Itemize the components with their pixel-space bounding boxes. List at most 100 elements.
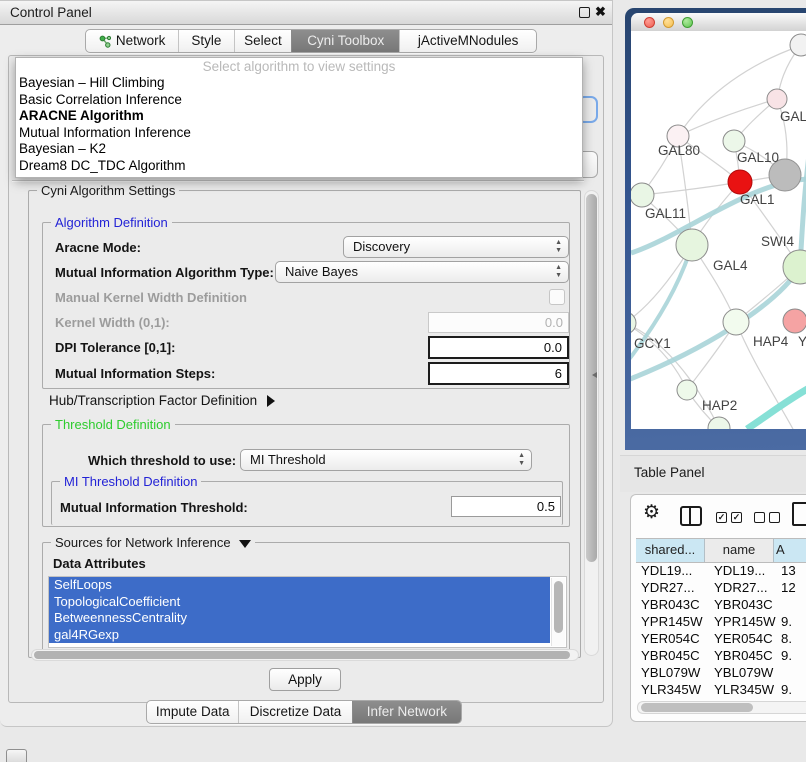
aracne-mode-select[interactable]: Discovery ▲▼ — [343, 236, 569, 258]
dpi-tolerance-input[interactable]: 0.0 — [428, 336, 569, 359]
algorithm-definition-group: Algorithm Definition Aracne Mode: Discov… — [42, 222, 570, 389]
algorithm-definition-title: Algorithm Definition — [51, 215, 172, 230]
cell: YBR045C — [636, 647, 709, 664]
expander-expanded-icon — [239, 540, 251, 548]
list-scrollbar[interactable] — [551, 578, 565, 646]
node-salmon[interactable] — [783, 309, 806, 333]
data-attributes-label: Data Attributes — [53, 556, 146, 571]
node-partial-bottom[interactable] — [708, 417, 730, 429]
node-hap4[interactable] — [723, 309, 749, 335]
table-row[interactable]: YDR27... YDR27... 12 — [636, 579, 806, 596]
cell: 12 — [778, 579, 806, 596]
tab-select[interactable]: Select — [234, 30, 292, 52]
zoom-traffic-light[interactable] — [682, 17, 693, 28]
settings-horizontal-scrollbar-thumb[interactable] — [34, 651, 570, 659]
tab-jactivemnodules-label: jActiveMNodules — [418, 30, 519, 52]
mi-steps-input[interactable]: 6 — [428, 362, 569, 385]
cyni-algorithm-settings-group: Cyni Algorithm Settings Algorithm Defini… — [28, 190, 581, 658]
mi-steps-label: Mutual Information Steps: — [55, 366, 215, 381]
tab-jactivemnodules[interactable]: jActiveMNodules — [399, 30, 536, 52]
data-attributes-list[interactable]: SelfLoops TopologicalCoefficient Between… — [48, 576, 567, 648]
checked-checkbox-icon[interactable]: ✓ — [716, 512, 727, 523]
unchecked-checkbox-icon[interactable] — [769, 512, 780, 523]
table-row[interactable]: YBR043C YBR043C — [636, 596, 806, 613]
table-row[interactable]: YER054C YER054C 8. — [636, 630, 806, 647]
tab-select-label: Select — [244, 30, 282, 52]
node-gal10[interactable] — [723, 130, 745, 152]
gear-icon[interactable]: ⚙ — [643, 501, 660, 524]
checked-checkbox-icon[interactable]: ✓ — [731, 512, 742, 523]
collapsed-panel-tab[interactable] — [6, 749, 27, 762]
menu-item[interactable]: Mutual Information Inference — [16, 125, 582, 142]
node-label: GAL — [780, 109, 806, 124]
cyni-bottom-tabs: Impute Data Discretize Data Infer Networ… — [146, 700, 462, 724]
cell: 9. — [778, 647, 806, 664]
table-row[interactable]: YPR145W YPR145W 9. — [636, 613, 806, 630]
tab-discretize-data-label: Discretize Data — [250, 701, 342, 723]
table-row[interactable]: YLR345W YLR345W 9. — [636, 681, 806, 698]
tab-infer-network[interactable]: Infer Network — [352, 701, 461, 723]
table-row[interactable]: YDL19... YDL19... 13 — [636, 562, 806, 579]
table-horizontal-scrollbar-thumb[interactable] — [641, 703, 753, 712]
tab-cyni-toolbox[interactable]: Cyni Toolbox — [291, 30, 399, 52]
list-item[interactable]: BetweennessCentrality — [49, 610, 550, 627]
node-gal1-red[interactable] — [728, 170, 752, 194]
spinner-arrows-icon: ▲▼ — [555, 264, 562, 280]
node-label: SWI4 — [761, 234, 794, 249]
list-item[interactable]: SelfLoops — [49, 577, 550, 594]
mi-algorithm-type-select[interactable]: Naive Bayes ▲▼ — [275, 261, 569, 283]
sources-group-title[interactable]: Sources for Network Inference — [51, 535, 255, 550]
column-header-shared-name[interactable]: shared... — [636, 539, 705, 562]
node-unlabeled[interactable] — [790, 34, 806, 56]
float-window-icon[interactable] — [579, 7, 590, 18]
close-icon[interactable]: ✖ — [595, 4, 606, 20]
settings-vertical-scrollbar[interactable] — [584, 190, 599, 656]
network-view-window[interactable]: GAL GAL80 GAL10 GAL1 GAL11 SWI4 GAL4 HAP… — [625, 8, 806, 450]
columns-icon[interactable] — [680, 506, 702, 526]
minimize-traffic-light[interactable] — [663, 17, 674, 28]
dpi-tolerance-label: DPI Tolerance [0,1]: — [55, 340, 175, 355]
menu-item[interactable]: Basic Correlation Inference — [16, 92, 582, 109]
menu-item[interactable]: Bayesian – Hill Climbing — [16, 75, 582, 92]
cell: 13 — [778, 562, 806, 579]
hub-factor-expander[interactable]: Hub/Transcription Factor Definition — [49, 393, 275, 408]
cell: YLR345W — [709, 681, 778, 698]
apply-button[interactable]: Apply — [269, 668, 341, 691]
kernel-width-input[interactable]: 0.0 — [428, 312, 569, 333]
network-window-titlebar[interactable] — [631, 13, 806, 32]
menu-item[interactable]: Dream8 DC_TDC Algorithm — [16, 158, 582, 175]
node-gal11[interactable] — [631, 183, 654, 207]
table-panel-title: Table Panel — [634, 456, 705, 490]
tab-discretize-data[interactable]: Discretize Data — [238, 701, 351, 723]
menu-item-highlighted[interactable]: ARACNE Algorithm — [16, 108, 582, 125]
table-horizontal-scrollbar[interactable] — [637, 701, 806, 714]
menu-item[interactable]: Bayesian – K2 — [16, 141, 582, 158]
table-row[interactable]: YBR045C YBR045C 9. — [636, 647, 806, 664]
column-header-name[interactable]: name — [705, 539, 774, 562]
column-header-partial[interactable]: A — [774, 539, 806, 562]
network-canvas[interactable]: GAL GAL80 GAL10 GAL1 GAL11 SWI4 GAL4 HAP… — [631, 31, 806, 429]
settings-horizontal-scrollbar[interactable] — [31, 649, 579, 661]
tab-impute-data[interactable]: Impute Data — [147, 701, 238, 723]
tab-network[interactable]: Network — [86, 30, 178, 52]
list-scrollbar-thumb[interactable] — [554, 581, 563, 633]
node-gal4[interactable] — [676, 229, 708, 261]
cell — [778, 664, 806, 681]
unchecked-checkbox-icon[interactable] — [754, 512, 765, 523]
list-item[interactable]: TopologicalCoefficient — [49, 594, 550, 611]
settings-vertical-scrollbar-thumb[interactable] — [586, 194, 597, 562]
cell: YBL079W — [709, 664, 778, 681]
table-row[interactable]: YBL079W YBL079W — [636, 664, 806, 681]
list-item[interactable]: gal4RGexp — [49, 627, 550, 644]
mi-threshold-input[interactable]: 0.5 — [451, 496, 561, 517]
close-traffic-light[interactable] — [644, 17, 655, 28]
import-table-icon[interactable] — [792, 502, 806, 526]
cell: YPR145W — [636, 613, 709, 630]
node-gal-pink[interactable] — [767, 89, 787, 109]
manual-kernel-checkbox[interactable] — [549, 289, 565, 305]
aracne-mode-value: Discovery — [353, 237, 410, 257]
splitter-arrow-icon[interactable] — [592, 372, 597, 378]
tab-style[interactable]: Style — [178, 30, 234, 52]
which-threshold-select[interactable]: MI Threshold ▲▼ — [240, 449, 532, 471]
node-hap2[interactable] — [677, 380, 697, 400]
